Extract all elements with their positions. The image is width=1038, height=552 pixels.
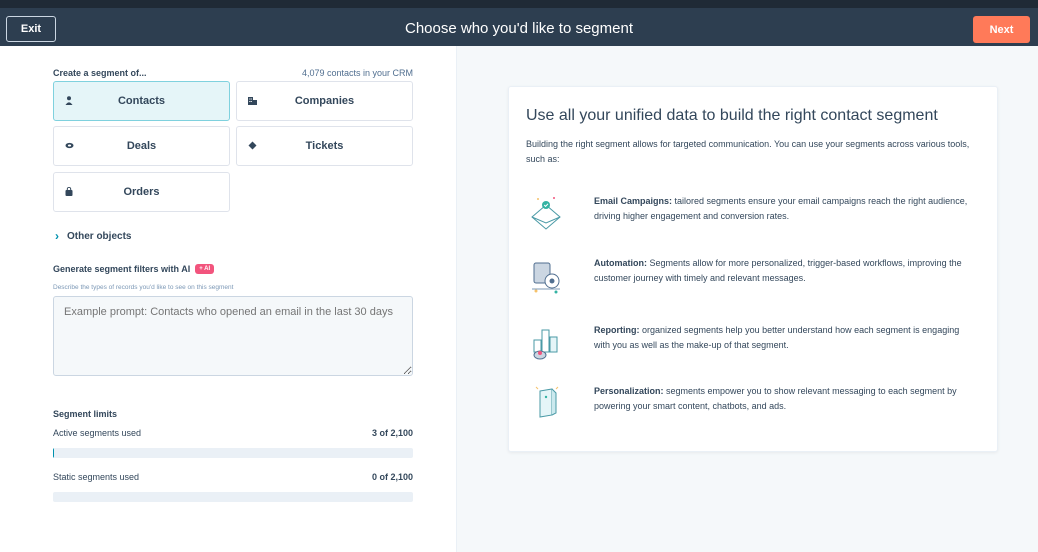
feature-description: Reporting: organized segments help you b… xyxy=(594,322,974,364)
object-option-orders[interactable]: Orders xyxy=(53,172,230,212)
contacts-count: 4,079 contacts in your CRM xyxy=(301,68,413,78)
active-segments-bar xyxy=(53,448,413,458)
feature-description: Email Campaigns: tailored segments ensur… xyxy=(594,193,974,235)
active-segments-label: Active segments used xyxy=(53,428,142,438)
object-option-tickets[interactable]: Tickets xyxy=(236,126,413,166)
feature-title: Email Campaigns: xyxy=(594,196,673,206)
ai-filters-heading: Generate segment filters with AI + AI xyxy=(53,264,215,274)
object-option-contacts[interactable]: Contacts xyxy=(53,81,230,121)
ai-heading-text: Generate segment filters with AI xyxy=(53,264,191,274)
segment-limits-title: Segment limits xyxy=(53,409,118,419)
handshake-icon xyxy=(65,141,74,151)
personalization-icon xyxy=(526,383,594,425)
panel-divider xyxy=(456,46,457,552)
feature-description: Automation: Segments allow for more pers… xyxy=(594,255,974,297)
info-heading: Use all your unified data to build the r… xyxy=(526,107,938,124)
email-campaign-icon xyxy=(526,193,594,235)
static-segments-value: 0 of 2,100 xyxy=(371,472,413,482)
feature-reporting: Reporting: organized segments help you b… xyxy=(526,322,986,364)
feature-email-campaigns: Email Campaigns: tailored segments ensur… xyxy=(526,193,986,235)
top-bar: Exit Choose who you'd like to segment Ne… xyxy=(0,0,1038,46)
building-icon xyxy=(248,96,257,107)
feature-automation: Automation: Segments allow for more pers… xyxy=(526,255,986,297)
create-segment-label: Create a segment of... xyxy=(53,68,147,78)
object-label: Companies xyxy=(294,95,355,107)
person-icon xyxy=(65,95,73,107)
other-objects-label: Other objects xyxy=(67,230,132,242)
ai-subtext: Describe the types of records you'd like… xyxy=(53,284,234,291)
feature-text: Segments allow for more personalized, tr… xyxy=(594,258,962,283)
feature-title: Reporting: xyxy=(594,325,640,335)
ai-badge: + AI xyxy=(195,264,215,274)
feature-title: Automation: xyxy=(594,258,647,268)
automation-icon xyxy=(526,255,594,297)
active-segments-row: Active segments used 3 of 2,100 xyxy=(53,428,413,438)
other-objects-toggle[interactable]: › Other objects xyxy=(55,229,131,243)
info-intro: Building the right segment allows for ta… xyxy=(526,139,970,164)
static-segments-bar xyxy=(53,492,413,502)
object-option-companies[interactable]: Companies xyxy=(236,81,413,121)
next-button[interactable]: Next xyxy=(973,16,1030,43)
info-card: Use all your unified data to build the r… xyxy=(508,86,998,452)
object-label: Deals xyxy=(126,140,157,152)
create-segment-row: Create a segment of... 4,079 contacts in… xyxy=(53,68,413,78)
object-label: Orders xyxy=(123,186,160,198)
static-segments-row: Static segments used 0 of 2,100 xyxy=(53,472,413,482)
feature-text: organized segments help you better under… xyxy=(594,325,960,350)
feature-title: Personalization: xyxy=(594,386,664,396)
static-segments-label: Static segments used xyxy=(53,472,140,482)
active-segments-value: 3 of 2,100 xyxy=(371,428,413,438)
bag-icon xyxy=(65,186,73,198)
object-option-deals[interactable]: Deals xyxy=(53,126,230,166)
feature-personalization: Personalization: segments empower you to… xyxy=(526,383,986,425)
reporting-icon xyxy=(526,322,594,364)
ai-prompt-input[interactable] xyxy=(53,296,413,376)
page-title: Choose who you'd like to segment xyxy=(405,20,633,37)
ticket-icon xyxy=(248,141,257,152)
feature-description: Personalization: segments empower you to… xyxy=(594,383,974,425)
object-label: Tickets xyxy=(305,140,344,152)
object-label: Contacts xyxy=(117,95,166,107)
chevron-right-icon: › xyxy=(55,229,59,243)
active-segments-fill xyxy=(53,448,54,458)
